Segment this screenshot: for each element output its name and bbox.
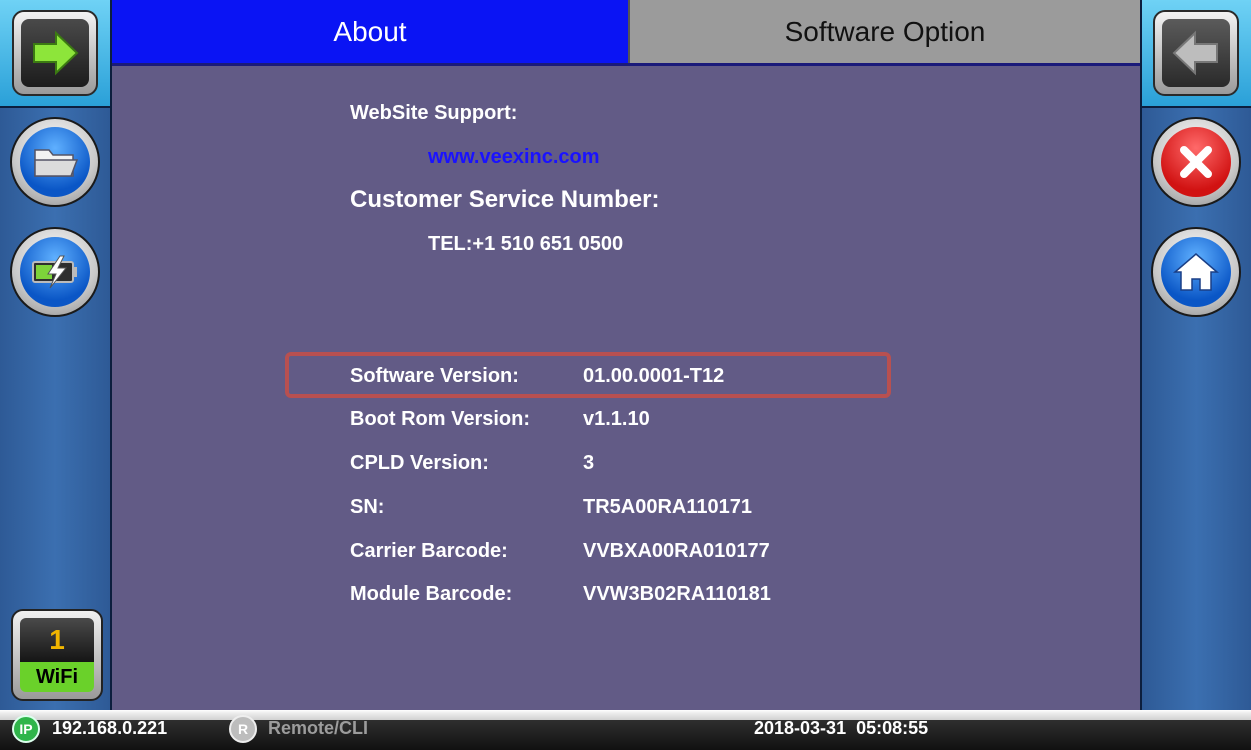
file-manager-button[interactable] <box>10 117 100 207</box>
main-content: About Software Option WebSite Support: w… <box>112 0 1140 710</box>
folder-icon <box>34 149 79 177</box>
right-toolbar <box>1140 0 1251 710</box>
wifi-button[interactable]: 1 WiFi <box>11 609 103 701</box>
module-barcode-label: Module Barcode: <box>350 583 513 605</box>
left-toolbar: 1 WiFi <box>0 0 112 710</box>
device-screen: 1 WiFi About Software Option WebSite Sup… <box>0 0 1251 750</box>
ip-address: 192.168.0.221 <box>52 718 168 738</box>
tab-bar: About Software Option <box>112 0 1140 66</box>
power-status-button[interactable] <box>10 227 100 317</box>
next-button[interactable] <box>12 10 98 96</box>
website-support-label: WebSite Support: <box>350 102 518 124</box>
next-arrow-icon <box>33 30 79 76</box>
cpld-version-label: CPLD Version: <box>350 452 489 474</box>
wifi-label: WiFi <box>20 662 94 692</box>
battery-charge-icon <box>32 255 77 289</box>
tab-about[interactable]: About <box>112 0 628 63</box>
date-time: 2018-03-31 05:08:55 <box>754 718 929 738</box>
boot-rom-version-label: Boot Rom Version: <box>350 408 531 430</box>
customer-service-label: Customer Service Number: <box>350 186 660 213</box>
carrier-barcode-value: VVBXA00RA010177 <box>583 540 770 562</box>
software-version-value: 01.00.0001-T12 <box>583 365 725 387</box>
cpld-version-value: 3 <box>583 452 595 474</box>
serial-number-label: SN: <box>350 496 385 518</box>
tab-software-option[interactable]: Software Option <box>628 0 1140 63</box>
carrier-barcode-label: Carrier Barcode: <box>350 540 508 562</box>
back-arrow-icon <box>1172 30 1218 76</box>
close-button[interactable] <box>1151 117 1241 207</box>
serial-number-value: TR5A00RA110171 <box>583 496 752 518</box>
website-link[interactable]: www.veexinc.com <box>428 146 600 169</box>
remote-badge-icon: R <box>229 715 257 743</box>
customer-service-phone: TEL:+1 510 651 0500 <box>428 233 624 255</box>
remote-cli-status[interactable]: Remote/CLI <box>268 718 368 739</box>
module-barcode-value: VVW3B02RA110181 <box>583 583 771 605</box>
close-icon <box>1180 146 1212 178</box>
software-version-label: Software Version: <box>350 365 519 387</box>
ip-badge-icon: IP <box>12 715 40 743</box>
back-button[interactable] <box>1153 10 1239 96</box>
boot-rom-version-value: v1.1.10 <box>583 408 650 430</box>
home-button[interactable] <box>1151 227 1241 317</box>
status-bar <box>0 710 1251 750</box>
home-icon <box>1172 253 1220 291</box>
wifi-count: 1 <box>20 618 94 662</box>
